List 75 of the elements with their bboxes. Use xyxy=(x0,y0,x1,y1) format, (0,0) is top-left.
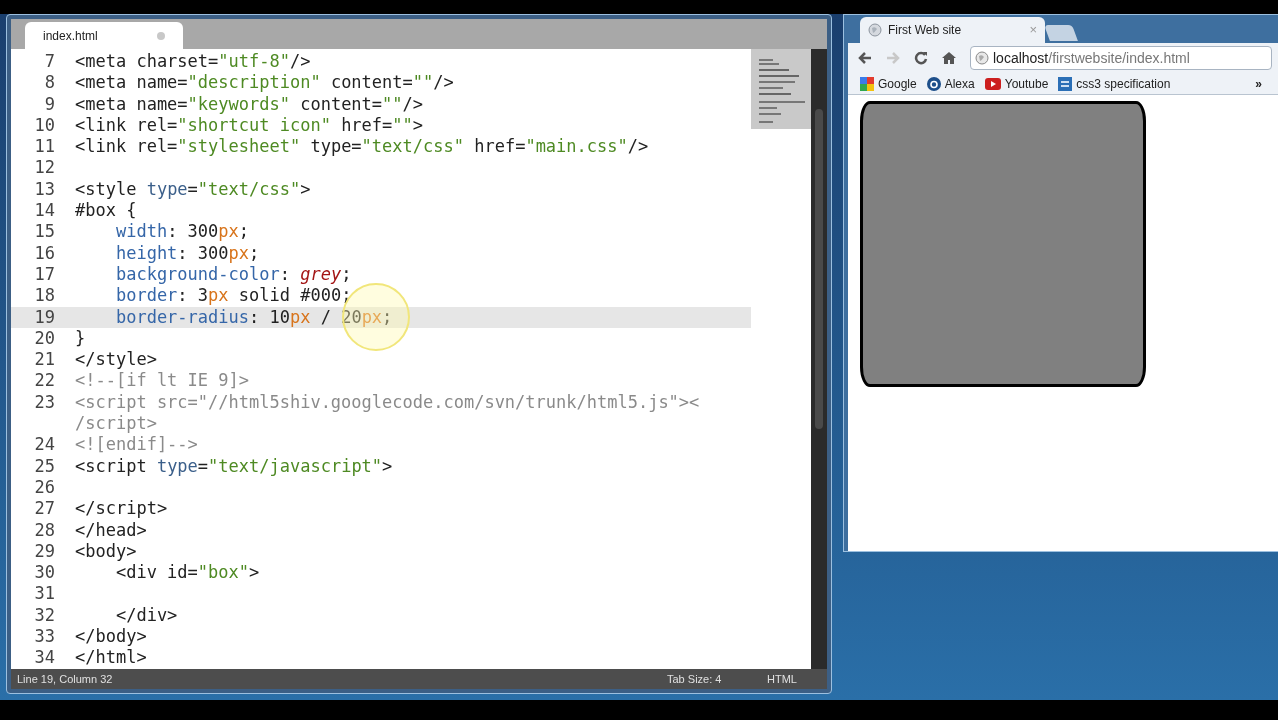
file-tab[interactable]: index.html xyxy=(25,22,183,49)
line-number: 32 xyxy=(33,604,56,626)
code-line: <![endif]--> xyxy=(75,434,198,456)
code-line: </head> xyxy=(75,519,147,541)
code-line: <script src="//html5shiv.googlecode.com/svn/trunk/html5.js">< xyxy=(75,391,700,414)
code-line: <meta charset="utf-8"/> xyxy=(75,51,311,73)
line-number: 25 xyxy=(33,455,56,477)
line-number: 13 xyxy=(33,178,56,201)
tab-title: First Web site xyxy=(888,22,963,39)
code-line: background-color: grey; xyxy=(114,263,352,286)
line-number: 26 xyxy=(33,476,56,499)
line-number: 15 xyxy=(33,221,56,243)
code-line: </body> xyxy=(75,626,147,648)
new-tab-button[interactable] xyxy=(1044,25,1078,41)
code-line: </div> xyxy=(114,604,178,626)
code-line: width: 300px; xyxy=(114,221,250,243)
code-line: border: 3px solid #000; xyxy=(114,285,352,307)
code-line: <meta name="description" content=""/> xyxy=(75,72,454,94)
globe-icon xyxy=(975,51,989,65)
bookmarks-overflow-button[interactable]: » xyxy=(1255,74,1270,93)
line-number: 33 xyxy=(33,626,56,648)
line-number: 22 xyxy=(33,370,56,392)
line-number: 7 xyxy=(43,51,56,73)
reload-icon[interactable] xyxy=(914,51,928,65)
line-number: 24 xyxy=(33,434,56,456)
bookmark-link[interactable]: Alexa xyxy=(944,74,975,93)
bookmark-link[interactable]: css3 specification xyxy=(1076,74,1171,93)
bookmark-link[interactable]: Google xyxy=(878,74,917,93)
code-line: <link rel="stylesheet" type="text/css" href="main.css"/> xyxy=(75,136,649,158)
line-number: 18 xyxy=(33,285,56,307)
line-number: 19 xyxy=(33,306,56,328)
line-number: 8 xyxy=(43,72,56,94)
code-line: <meta name="keywords" content=""/> xyxy=(75,93,424,115)
line-number: 28 xyxy=(33,519,56,541)
url-text: localhost/firstwebsite/index.html xyxy=(993,48,1190,68)
browser-tab[interactable]: First Web site × xyxy=(860,17,1045,43)
line-number: 31 xyxy=(33,583,56,605)
line-number: 14 xyxy=(33,200,56,222)
address-bar[interactable]: localhost/firstwebsite/index.html xyxy=(970,46,1272,70)
back-icon[interactable] xyxy=(858,52,872,64)
code-line: <link rel="shortcut icon" href=""> xyxy=(75,114,424,137)
scrollbar[interactable] xyxy=(811,49,827,669)
line-number: 23 xyxy=(33,391,56,414)
line-number: 10 xyxy=(33,114,56,137)
line-number: 12 xyxy=(33,157,56,179)
tab-size[interactable]: Tab Size: 4 xyxy=(667,670,767,688)
line-number: 27 xyxy=(33,498,56,520)
minimap[interactable] xyxy=(751,49,811,129)
bookmark-link[interactable]: Youtube xyxy=(1004,74,1049,93)
code-line: <script type="text/javascript"> xyxy=(75,455,393,477)
globe-icon xyxy=(868,23,882,37)
line-number: 34 xyxy=(33,647,56,669)
line-number: 9 xyxy=(43,93,56,115)
code-line: <div id="box"> xyxy=(114,562,260,584)
code-line: </style> xyxy=(75,349,157,371)
code-line: <!--[if lt IE 9]> xyxy=(75,370,249,392)
line-number: 29 xyxy=(33,540,56,563)
code-line: <body> xyxy=(75,540,137,563)
code-line: <style type="text/css"> xyxy=(75,178,311,201)
syntax-mode[interactable]: HTML xyxy=(767,670,827,688)
line-number: 16 xyxy=(33,242,56,264)
line-number: 21 xyxy=(33,349,56,371)
code-line: /script> xyxy=(75,413,157,435)
cursor-position: Line 19, Column 32 xyxy=(17,671,114,687)
home-icon[interactable] xyxy=(942,51,956,65)
file-tab-title: index.html xyxy=(43,27,98,45)
code-line: } xyxy=(75,327,86,350)
line-number: 20 xyxy=(33,327,56,350)
line-number: 11 xyxy=(33,136,56,158)
code-line: </html> xyxy=(75,647,147,669)
code-line: </script> xyxy=(75,498,168,520)
code-line: height: 300px; xyxy=(114,242,260,264)
line-number: 17 xyxy=(33,263,56,286)
line-number: 30 xyxy=(33,562,56,584)
code-line: #box { xyxy=(75,200,137,222)
